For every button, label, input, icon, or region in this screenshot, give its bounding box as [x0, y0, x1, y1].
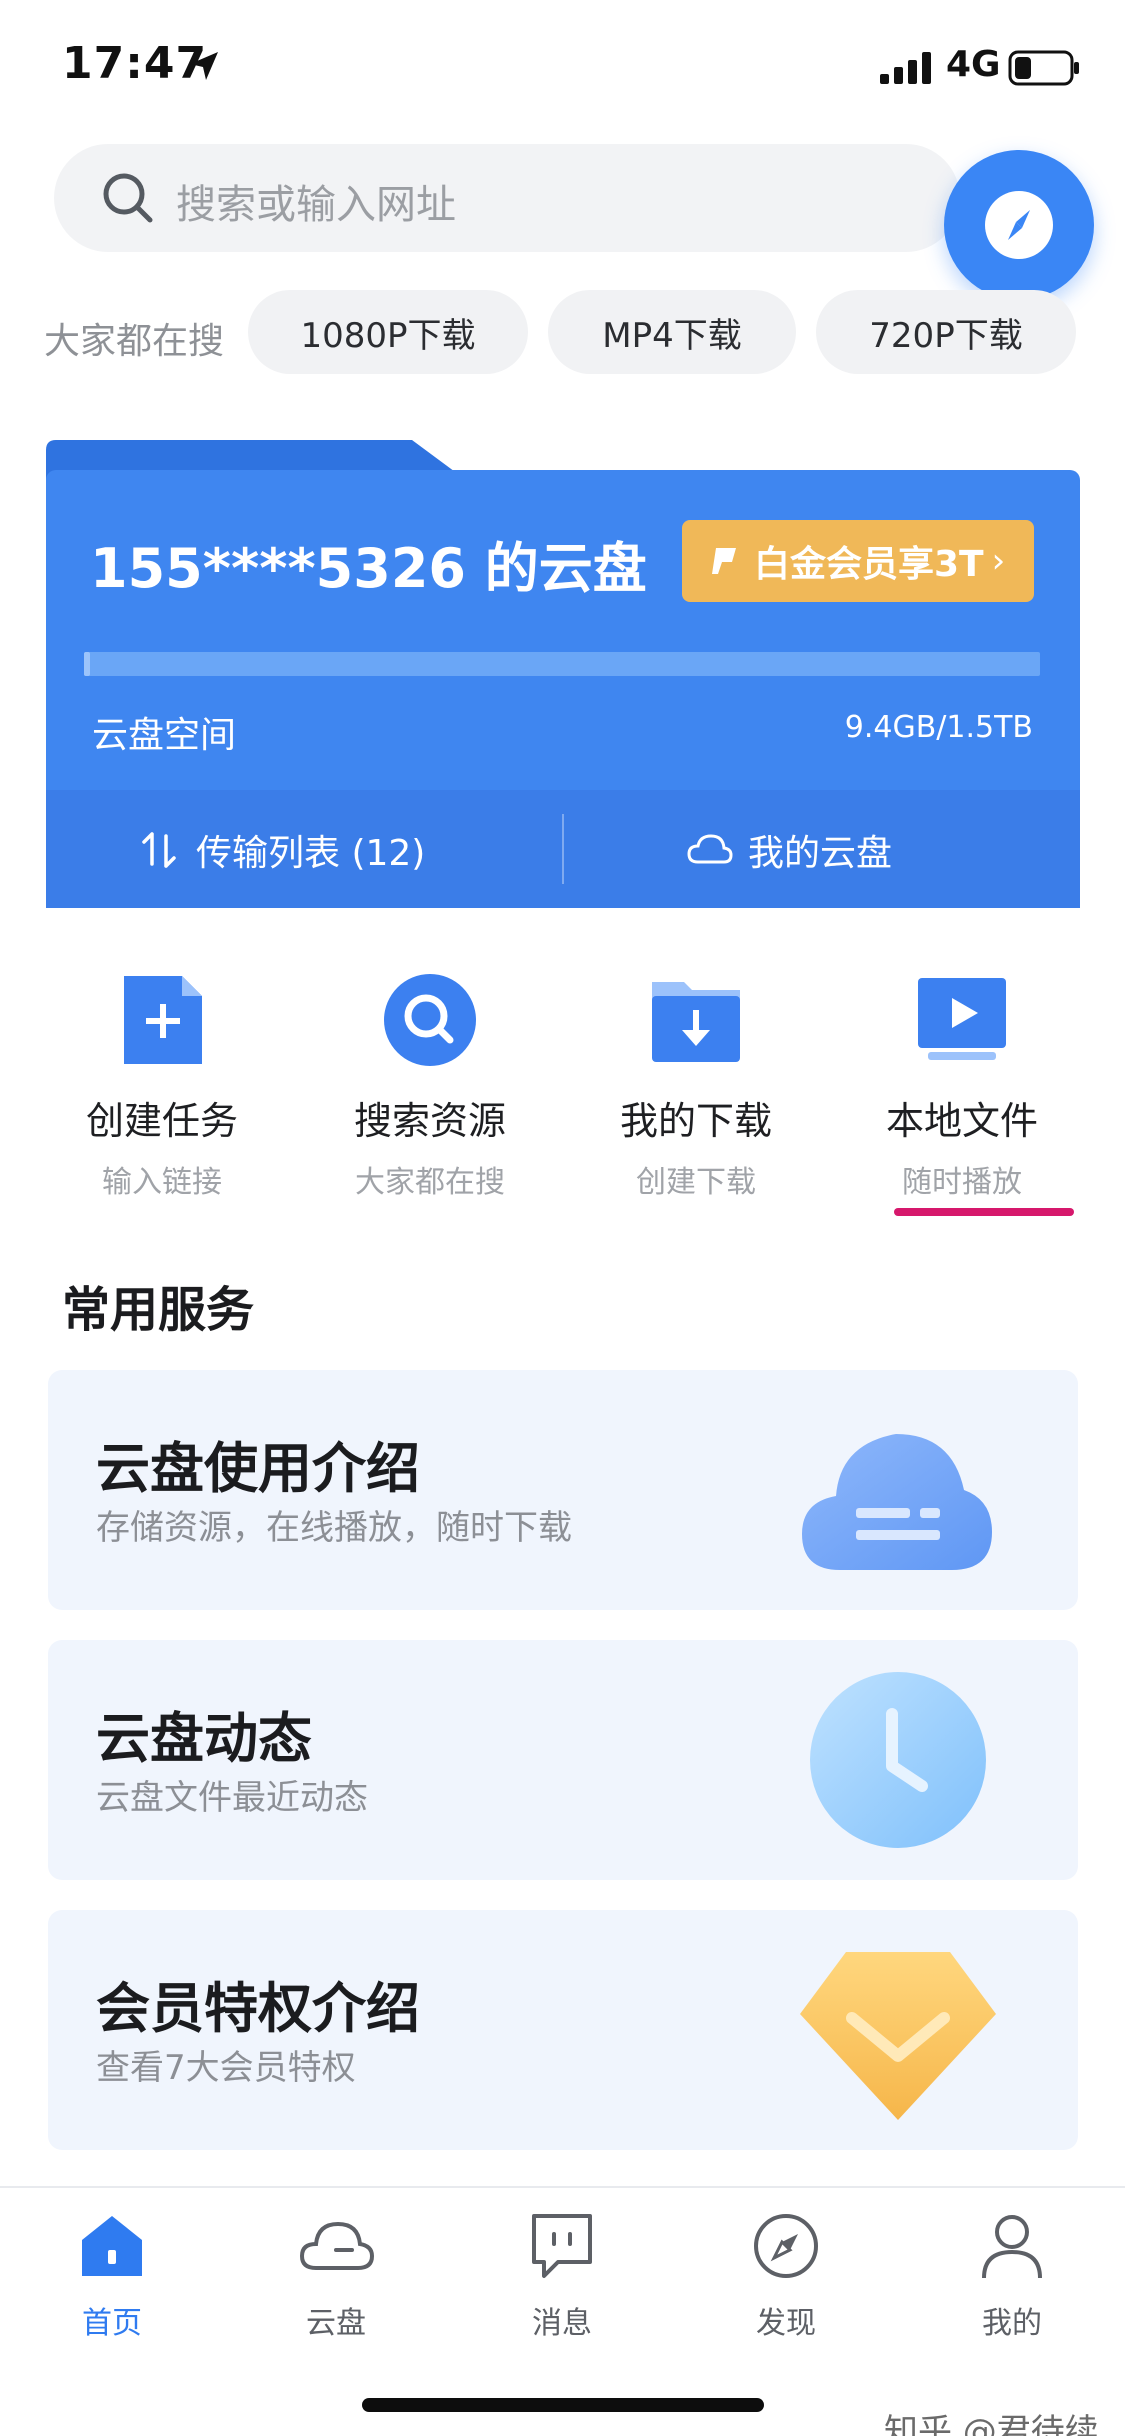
- quick-action-title: 创建任务: [85, 1099, 238, 1143]
- tab-label: 云盘: [306, 2306, 366, 2341]
- diamond-icon: [800, 1952, 996, 2120]
- clock-icon: [810, 1672, 986, 1848]
- quick-action-subtitle: 随时播放: [902, 1165, 1022, 1200]
- compass-icon: [985, 191, 1053, 259]
- quick-action-title: 搜索资源: [353, 1099, 506, 1143]
- hot-chip-1080p[interactable]: 1080P下载: [248, 290, 528, 374]
- quick-action-subtitle: 大家都在搜: [355, 1165, 505, 1200]
- tab-label: 消息: [532, 2306, 592, 2341]
- browser-compass-button[interactable]: [944, 150, 1094, 300]
- service-title: 云盘动态: [96, 1707, 312, 1770]
- search-resource-icon: [384, 974, 476, 1066]
- profile-icon: [982, 2215, 1042, 2279]
- quick-action-local-files[interactable]: 本地文件 随时播放: [852, 970, 1072, 1201]
- quick-action-search-resource[interactable]: 搜索资源 大家都在搜: [320, 970, 540, 1201]
- tab-label: 发现: [756, 2306, 816, 2341]
- tab-label: 首页: [82, 2306, 142, 2341]
- vip-upgrade-button[interactable]: 白金会员享3T ›: [682, 520, 1034, 602]
- service-subtitle: 查看7大会员特权: [96, 2048, 356, 2088]
- hot-search-label: 大家都在搜: [44, 321, 225, 362]
- vip-upgrade-label: 白金会员享3T: [754, 544, 984, 585]
- transfer-list-label: 传输列表 (12): [196, 833, 426, 874]
- transfer-list-button[interactable]: 传输列表 (12): [140, 820, 425, 880]
- service-title: 云盘使用介绍: [96, 1437, 420, 1500]
- watermark: 知乎 @君待续: [884, 2412, 1099, 2436]
- location-arrow-icon: [190, 52, 218, 80]
- compass-icon: [754, 2214, 818, 2278]
- my-cloud-button[interactable]: 我的云盘: [686, 820, 892, 880]
- my-cloud-label: 我的云盘: [748, 833, 893, 874]
- quick-action-title: 本地文件: [885, 1099, 1038, 1143]
- network-type: 4G: [946, 44, 1001, 85]
- section-title: 常用服务: [62, 1282, 255, 1338]
- home-indicator: [362, 2398, 764, 2412]
- quick-action-create-task[interactable]: 创建任务 输入链接: [52, 970, 272, 1201]
- local-video-icon: [918, 978, 1006, 1060]
- download-folder-icon: [652, 982, 740, 1062]
- tab-home[interactable]: 首页: [32, 2206, 192, 2342]
- hot-chip-mp4[interactable]: MP4下载: [548, 290, 796, 374]
- tab-messages[interactable]: 消息: [482, 2206, 642, 2342]
- quick-action-subtitle: 输入链接: [102, 1165, 222, 1200]
- search-icon: [103, 173, 153, 223]
- message-icon: [532, 2214, 592, 2278]
- quick-action-my-downloads[interactable]: 我的下载 创建下载: [586, 970, 806, 1201]
- quick-action-subtitle: 创建下载: [636, 1165, 756, 1200]
- storage-value: 9.4GB/1.5TB: [844, 710, 1033, 745]
- create-task-icon: [124, 976, 202, 1064]
- tab-profile[interactable]: 我的: [932, 2206, 1092, 2342]
- storage-label: 云盘空间: [92, 715, 237, 756]
- cloud-outline-icon: [687, 834, 733, 864]
- storage-progress-track: [84, 652, 1040, 676]
- hot-chip-720p[interactable]: 720P下载: [816, 290, 1076, 374]
- platinum-logo-icon: [712, 548, 736, 574]
- signal-icon: [880, 52, 931, 84]
- service-subtitle: 存储资源，在线播放，随时下载: [96, 1508, 572, 1548]
- search-input[interactable]: 搜索或输入网址: [176, 172, 456, 230]
- storage-progress-fill: [84, 652, 90, 676]
- footer-divider: [562, 814, 564, 884]
- tab-discover[interactable]: 发现: [706, 2206, 866, 2342]
- cloud-card-title: 155****5326 的云盘: [90, 537, 647, 600]
- home-icon: [82, 2216, 142, 2276]
- cloud-tab-icon: [299, 2221, 375, 2270]
- service-title: 会员特权介绍: [96, 1977, 420, 2040]
- tab-cloud[interactable]: 云盘: [256, 2206, 416, 2342]
- quick-action-title: 我的下载: [619, 1099, 772, 1143]
- battery-icon: [1008, 50, 1079, 86]
- chevron-right-icon: ›: [991, 541, 1006, 581]
- tab-label: 我的: [982, 2306, 1042, 2341]
- service-subtitle: 云盘文件最近动态: [96, 1778, 368, 1818]
- highlight-underline: [894, 1208, 1074, 1216]
- transfer-icon: [142, 832, 176, 868]
- cloud-icon: [802, 1434, 992, 1570]
